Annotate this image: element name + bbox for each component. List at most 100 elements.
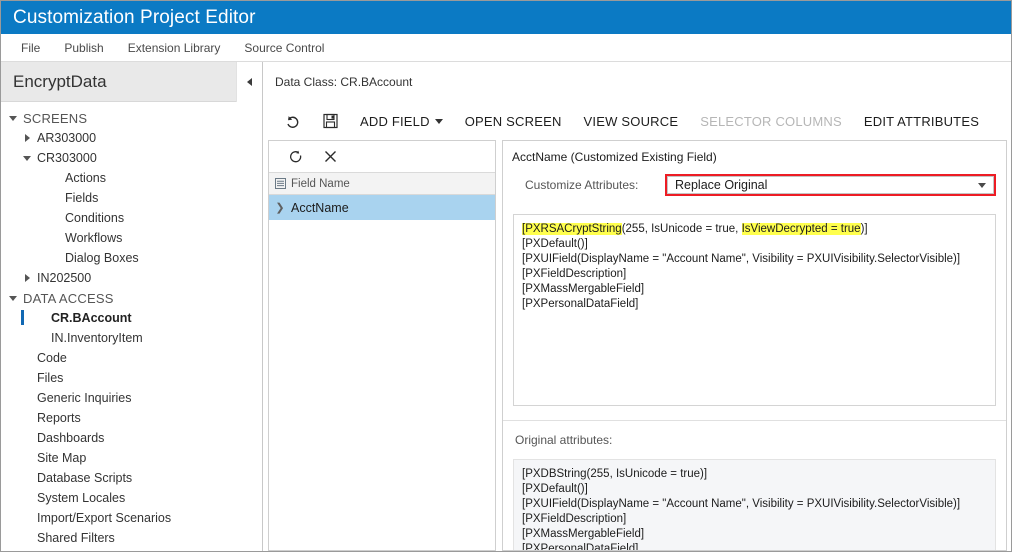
caret-right-icon [24,274,30,282]
open-screen-button[interactable]: OPEN SCREEN [454,108,573,135]
sidebar-item-label: Workflows [65,231,123,245]
edit-attributes-button[interactable]: EDIT ATTRIBUTES [853,108,990,135]
tree-toggle[interactable] [7,295,19,301]
delete-field-button[interactable] [313,144,347,170]
add-field-button[interactable]: ADD FIELD [349,108,454,135]
customize-attributes-value: Replace Original [667,176,994,194]
project-sidebar: EncryptData SCREENS AR303000 CR303000 Actio… [1,62,263,551]
original-attribute-line: [PXPersonalDataField] [522,543,639,550]
table-row[interactable]: ❯ AcctName [269,195,495,220]
sidebar-item-screens[interactable]: SCREENS [1,108,262,128]
save-disk-icon [322,113,338,129]
sidebar-item-label: Fields [65,191,99,205]
highlight-span: [PXRSACryptString [522,223,622,235]
sidebar-item-label: Shared Filters [37,531,115,545]
project-header: EncryptData [1,62,262,102]
tree-toggle[interactable] [21,274,33,282]
sidebar-item-actions[interactable]: Actions [1,168,262,188]
sidebar-item-shared-filters[interactable]: Shared Filters [1,528,262,548]
sidebar-item-ar303000[interactable]: AR303000 [1,128,262,148]
sidebar-item-label: Code [37,351,67,365]
selector-columns-button: SELECTOR COLUMNS [700,113,842,129]
sidebar-item-database-scripts[interactable]: Database Scripts [1,468,262,488]
attribute-line: [PXFieldDescription] [522,268,627,280]
menu-item-source-control[interactable]: Source Control [232,38,336,58]
field-details-header: AcctName (Customized Existing Field) [512,150,717,164]
chevron-right-icon[interactable]: ❯ [269,201,291,214]
add-field-label: ADD FIELD [360,113,430,129]
highlight-span: IsViewDecrypted = true [741,223,861,235]
field-list-body [269,220,495,550]
original-attribute-line: [PXFieldDescription] [522,513,627,525]
original-attribute-line: [PXDefault()] [522,483,588,495]
sidebar-item-label: Site Map [37,451,87,465]
data-class-label: Data Class: CR.BAccount [275,75,413,89]
sidebar-item-import-export-scenarios[interactable]: Import/Export Scenarios [1,508,262,528]
sidebar-item-fields[interactable]: Fields [1,188,262,208]
caret-right-icon [24,134,30,142]
sidebar-item-code[interactable]: Code [1,348,262,368]
sidebar-item-label: Reports [37,411,81,425]
attributes-editor[interactable]: [PXRSACryptString(255, IsUnicode = true,… [513,214,996,406]
sidebar-item-conditions[interactable]: Conditions [1,208,262,228]
tree-toggle[interactable] [7,115,19,121]
sidebar-item-system-locales[interactable]: System Locales [1,488,262,508]
tree-toggle[interactable] [21,155,33,161]
original-attributes-label: Original attributes: [515,433,613,447]
undo-button[interactable] [273,106,311,136]
close-x-icon [324,151,336,162]
attribute-line: [PXUIField(DisplayName = "Account Name",… [522,253,961,265]
sidebar-item-label: System Locales [37,491,126,505]
menu-item-extension-library[interactable]: Extension Library [116,38,233,58]
sidebar-item-data-access[interactable]: DATA ACCESS [1,288,262,308]
sidebar-item-label: Database Scripts [37,471,133,485]
save-button[interactable] [311,106,349,136]
sidebar-item-dashboards[interactable]: Dashboards [1,428,262,448]
sidebar-item-in-inventoryitem[interactable]: IN.InventoryItem [1,328,262,348]
field-list-panel: Field Name ❯ AcctName [268,140,496,551]
sidebar-item-label: SCREENS [23,110,88,126]
sidebar-item-cr303000[interactable]: CR303000 [1,148,262,168]
sidebar-item-label: CR303000 [37,151,97,165]
sidebar-item-label: DATA ACCESS [23,290,114,306]
field-name-value: AcctName [291,200,349,215]
sidebar-item-in202500[interactable]: IN202500 [1,268,262,288]
sidebar-item-label: Conditions [65,211,125,225]
selection-indicator [21,310,24,325]
sidebar-item-reports[interactable]: Reports [1,408,262,428]
sidebar-item-label: Dialog Boxes [65,251,139,265]
menu-item-file[interactable]: File [9,38,52,58]
caret-down-icon [9,115,17,121]
sidebar-collapse-button[interactable] [236,62,262,102]
refresh-button[interactable] [279,144,313,170]
customize-attributes-label: Customize Attributes: [525,178,639,192]
undo-icon [286,115,298,128]
chevron-down-icon [978,182,986,188]
sidebar-item-cr-baccount[interactable]: CR.BAccount [1,308,262,328]
editor-toolbar: ADD FIELD OPEN SCREEN VIEW SOURCE SELECT… [263,102,1011,140]
sidebar-item-dialog-boxes[interactable]: Dialog Boxes [1,248,262,268]
sidebar-item-workflows[interactable]: Workflows [1,228,262,248]
sidebar-item-label: Dashboards [37,431,105,445]
window-title: Customization Project Editor [13,6,256,28]
sidebar-item-files[interactable]: Files [1,368,262,388]
chevron-down-icon [434,118,443,124]
sidebar-item-label: CR.BAccount [51,311,132,325]
menu-bar: File Publish Extension Library Source Co… [1,34,1011,62]
original-attributes-readonly: [PXDBString(255, IsUnicode = true)] [PXDe… [513,459,996,550]
menu-item-publish[interactable]: Publish [52,38,115,58]
original-attribute-line: [PXDBString(255, IsUnicode = true)] [522,468,708,480]
sidebar-item-label: Actions [65,171,106,185]
grid-settings-icon[interactable] [269,178,291,189]
sidebar-item-label: Files [37,371,64,385]
customize-attributes-dropdown[interactable]: Replace Original [665,174,996,196]
caret-down-icon [9,295,17,301]
sidebar-item-generic-inquiries[interactable]: Generic Inquiries [1,388,262,408]
customize-attributes-row: Customize Attributes: Replace Original [503,164,1006,196]
tree-toggle[interactable] [21,134,33,142]
sidebar-item-site-map[interactable]: Site Map [1,448,262,468]
view-source-button[interactable]: VIEW SOURCE [573,108,690,135]
original-attribute-line: [PXUIField(DisplayName = "Account Name",… [522,498,961,510]
customization-project-editor-window: Customization Project Editor File Publis… [0,0,1012,552]
field-details-panel: AcctName (Customized Existing Field) Cus… [502,140,1007,551]
